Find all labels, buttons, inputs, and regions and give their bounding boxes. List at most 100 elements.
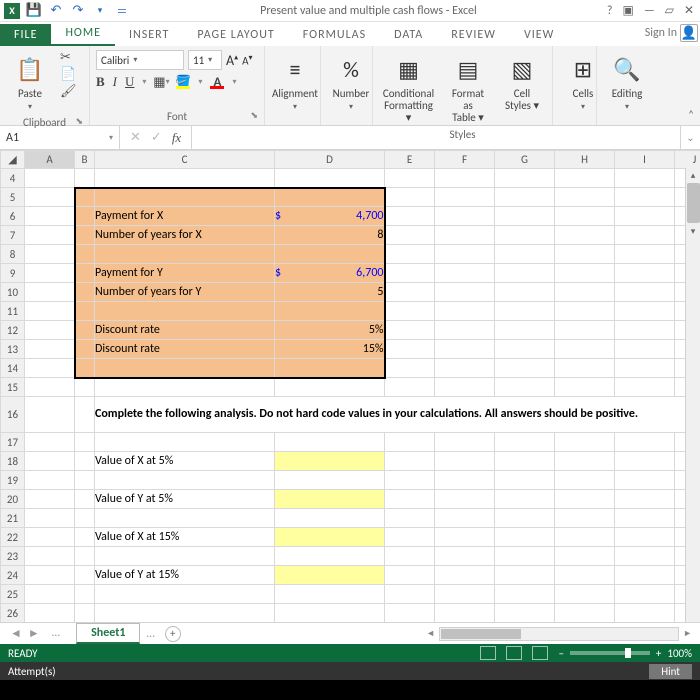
col-header-I[interactable]: I bbox=[615, 151, 675, 169]
tab-insert[interactable]: INSERT bbox=[115, 24, 183, 46]
cell-C4[interactable] bbox=[95, 169, 275, 188]
cell-B23[interactable] bbox=[75, 547, 95, 566]
zoom-control[interactable]: – + 100% bbox=[558, 647, 692, 660]
cell-E11[interactable] bbox=[385, 302, 435, 321]
cell-F12[interactable] bbox=[435, 321, 495, 340]
cell-D25[interactable] bbox=[275, 585, 385, 604]
cell-C22[interactable]: Value of X at 15% bbox=[95, 528, 275, 547]
cell-B19[interactable] bbox=[75, 471, 95, 490]
cell-G15[interactable] bbox=[495, 378, 555, 397]
cell-D8[interactable] bbox=[275, 245, 385, 264]
sheet-tab-sheet1[interactable]: Sheet1 bbox=[76, 623, 140, 644]
col-header-F[interactable]: F bbox=[435, 151, 495, 169]
page-layout-view-icon[interactable] bbox=[506, 646, 522, 660]
row-8[interactable]: 8 bbox=[1, 245, 700, 264]
cell-C8[interactable] bbox=[95, 245, 275, 264]
col-header-J[interactable]: J bbox=[675, 151, 700, 169]
cell-G20[interactable] bbox=[495, 490, 555, 509]
horizontal-scrollbar[interactable]: ◄ ► bbox=[181, 627, 700, 641]
cell-A8[interactable] bbox=[25, 245, 75, 264]
cell-F9[interactable] bbox=[435, 264, 495, 283]
spreadsheet-grid[interactable]: ◢ A B C D E F G H I J 456Payment for X$4… bbox=[0, 150, 700, 622]
maximize-icon[interactable]: ▱ bbox=[665, 3, 674, 18]
cell-I13[interactable] bbox=[615, 340, 675, 359]
row-header-8[interactable]: 8 bbox=[1, 245, 25, 264]
cell-A26[interactable] bbox=[25, 604, 75, 623]
cell-F26[interactable] bbox=[435, 604, 495, 623]
cell-B24[interactable] bbox=[75, 566, 95, 585]
cell-C12[interactable]: Discount rate bbox=[95, 321, 275, 340]
cell-B22[interactable] bbox=[75, 528, 95, 547]
qat-more-icon[interactable]: ＝ bbox=[114, 3, 130, 19]
cell-D7[interactable]: 8 bbox=[275, 226, 385, 245]
cell-I14[interactable] bbox=[615, 359, 675, 378]
tab-file[interactable]: FILE bbox=[0, 24, 51, 46]
cell-D15[interactable] bbox=[275, 378, 385, 397]
cell-H20[interactable] bbox=[555, 490, 615, 509]
enter-formula-icon[interactable]: ✓ bbox=[151, 130, 162, 145]
format-as-table-button[interactable]: ▤ Format asTable ▾ bbox=[444, 50, 492, 126]
cell-A20[interactable] bbox=[25, 490, 75, 509]
row-22[interactable]: 22Value of X at 15% bbox=[1, 528, 700, 547]
cell-H17[interactable] bbox=[555, 433, 615, 452]
cell-G6[interactable] bbox=[495, 207, 555, 226]
row-header-20[interactable]: 20 bbox=[1, 490, 25, 509]
cell-D21[interactable] bbox=[275, 509, 385, 528]
cell-C9[interactable]: Payment for Y bbox=[95, 264, 275, 283]
scroll-down-icon[interactable]: ▾ bbox=[686, 224, 700, 238]
cell-F20[interactable] bbox=[435, 490, 495, 509]
tab-view[interactable]: VIEW bbox=[510, 24, 568, 46]
cell-E9[interactable] bbox=[385, 264, 435, 283]
cell-E6[interactable] bbox=[385, 207, 435, 226]
cell-I4[interactable] bbox=[615, 169, 675, 188]
cell-H6[interactable] bbox=[555, 207, 615, 226]
col-header-G[interactable]: G bbox=[495, 151, 555, 169]
cell-E21[interactable] bbox=[385, 509, 435, 528]
paste-button[interactable]: 📋 Paste ▾ bbox=[6, 50, 54, 114]
scroll-up-icon[interactable]: ▴ bbox=[686, 168, 700, 182]
cell-B26[interactable] bbox=[75, 604, 95, 623]
hint-button[interactable]: Hint bbox=[649, 664, 692, 679]
cell-B17[interactable] bbox=[75, 433, 95, 452]
close-icon[interactable]: ✕ bbox=[684, 3, 694, 18]
tab-page-layout[interactable]: PAGE LAYOUT bbox=[183, 24, 288, 46]
cell-H9[interactable] bbox=[555, 264, 615, 283]
select-all-button[interactable]: ◢ bbox=[1, 151, 25, 169]
row-16[interactable]: 16Complete the following analysis. Do no… bbox=[1, 397, 700, 433]
cell-G25[interactable] bbox=[495, 585, 555, 604]
cell-A24[interactable] bbox=[25, 566, 75, 585]
cell-G13[interactable] bbox=[495, 340, 555, 359]
cell-I17[interactable] bbox=[615, 433, 675, 452]
cell-A12[interactable] bbox=[25, 321, 75, 340]
cell-H24[interactable] bbox=[555, 566, 615, 585]
cell-I20[interactable] bbox=[615, 490, 675, 509]
cell-B15[interactable] bbox=[75, 378, 95, 397]
minimize-icon[interactable]: — bbox=[644, 4, 655, 18]
cell-A5[interactable] bbox=[25, 188, 75, 207]
format-painter-icon[interactable]: 🖌 bbox=[60, 84, 77, 99]
editing-button[interactable]: 🔍 Editing▾ bbox=[603, 50, 651, 114]
normal-view-icon[interactable] bbox=[480, 646, 496, 660]
cell-I25[interactable] bbox=[615, 585, 675, 604]
cell-G10[interactable] bbox=[495, 283, 555, 302]
cell-E17[interactable] bbox=[385, 433, 435, 452]
cell-D20[interactable] bbox=[275, 490, 385, 509]
cell-D23[interactable] bbox=[275, 547, 385, 566]
row-header-19[interactable]: 19 bbox=[1, 471, 25, 490]
cell-E10[interactable] bbox=[385, 283, 435, 302]
cell-E15[interactable] bbox=[385, 378, 435, 397]
cell-G21[interactable] bbox=[495, 509, 555, 528]
cell-F11[interactable] bbox=[435, 302, 495, 321]
row-header-15[interactable]: 15 bbox=[1, 378, 25, 397]
cell-H8[interactable] bbox=[555, 245, 615, 264]
cell-A19[interactable] bbox=[25, 471, 75, 490]
cell-H10[interactable] bbox=[555, 283, 615, 302]
row-26[interactable]: 26 bbox=[1, 604, 700, 623]
cell-H23[interactable] bbox=[555, 547, 615, 566]
cell-D22[interactable] bbox=[275, 528, 385, 547]
cell-C18[interactable]: Value of X at 5% bbox=[95, 452, 275, 471]
row-header-21[interactable]: 21 bbox=[1, 509, 25, 528]
cell-C5[interactable] bbox=[95, 188, 275, 207]
cell-G9[interactable] bbox=[495, 264, 555, 283]
cell-C19[interactable] bbox=[95, 471, 275, 490]
